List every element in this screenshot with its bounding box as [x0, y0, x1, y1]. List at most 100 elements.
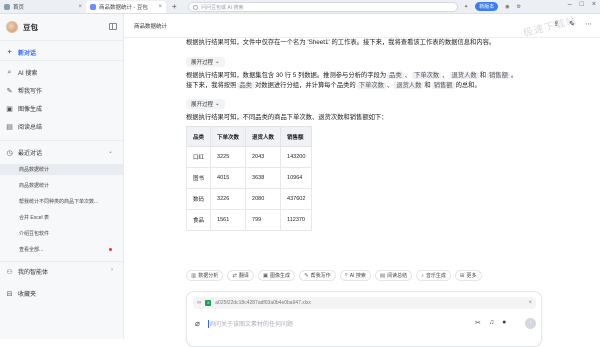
- sidebar-item-reading[interactable]: ▤ 阅读总结: [6, 122, 42, 132]
- field-tag: 销售额: [486, 72, 510, 79]
- field-tag: 下单次数: [356, 82, 386, 89]
- headphones-icon[interactable]: ♫: [489, 319, 494, 327]
- view-all-link[interactable]: 查看全部...: [0, 244, 124, 255]
- scissors-icon[interactable]: ✂: [475, 319, 481, 327]
- recent-item[interactable]: 合并 Excel 表: [0, 212, 124, 223]
- close-icon[interactable]: ×: [158, 4, 162, 10]
- grid-icon: ⊞: [459, 272, 465, 279]
- attached-file[interactable]: ∞ X a025f22dc18c4287adf03a0b4e0ba947.xls…: [193, 297, 536, 309]
- recent-item-label: 商品数据统计: [19, 183, 50, 189]
- search-icon: ⌕: [7, 68, 12, 76]
- divider: [0, 40, 124, 41]
- recent-header-label: 最近对话: [18, 151, 43, 157]
- agent-icon: ⚇: [6, 268, 13, 276]
- table-row: 食品 1561 799 112370: [185, 209, 313, 231]
- tool-data-analysis-button[interactable]: ▥ 数据分析: [186, 270, 224, 281]
- send-button[interactable]: ↑: [525, 318, 536, 329]
- remove-file-icon[interactable]: ×: [528, 300, 532, 306]
- attach-icon[interactable]: ⌀: [195, 319, 200, 328]
- expand-process-button[interactable]: 展开过程 ⌄: [186, 99, 225, 109]
- sidebar-item-agents[interactable]: ⚇ 我的智能体: [6, 267, 48, 277]
- field-tag: 退货人数: [449, 72, 479, 79]
- tab-active[interactable]: 商品数据统计 - 豆包 ×: [86, 1, 166, 13]
- sidebar-item-image-gen[interactable]: ▣ 图像生成: [6, 104, 42, 114]
- book-icon: ▤: [6, 123, 13, 131]
- message-input[interactable]: [209, 319, 469, 330]
- field-tag: 品类: [237, 82, 254, 89]
- recent-item[interactable]: 帮我统计不同种类的商品下单次数...: [0, 196, 124, 207]
- composer-actions: ✂ ♫ ●: [475, 319, 506, 327]
- tool-writing-button[interactable]: ✎ 帮我写作: [299, 270, 336, 281]
- user-icon[interactable]: ◉: [505, 4, 509, 10]
- address-placeholder: 问问豆包或 AI 搜索: [201, 4, 244, 11]
- sidebar-toggle-icon[interactable]: [109, 23, 117, 30]
- tool-label: 图像生成: [270, 273, 291, 279]
- avatar: [6, 21, 18, 33]
- new-version-badge[interactable]: 新版本: [475, 2, 499, 11]
- doubao-icon: [90, 4, 96, 10]
- sidebar-item-writing[interactable]: ✎ 帮我写作: [6, 86, 43, 96]
- paragraph: 接下来，我将按照 品类 对数据进行分组，并计算每个品类的 下单次数、退货人数和销售额的…: [186, 82, 481, 89]
- maximize-icon[interactable]: □: [580, 1, 584, 8]
- ai-icon[interactable]: ✦: [464, 4, 468, 10]
- text-span: 接下来，我将按照: [186, 82, 237, 89]
- expand-process-button[interactable]: 展开过程 ⌄: [186, 57, 225, 67]
- field-tag: 品类: [387, 72, 404, 79]
- close-window-icon[interactable]: ×: [592, 1, 596, 8]
- sidebar-item-ai-search[interactable]: ⌕ AI 搜索: [6, 68, 38, 78]
- microphone-icon[interactable]: ●: [502, 319, 506, 327]
- paragraph: 根据执行结果可知，不同品类的商品下单次数、退货次数和销售额如下：: [186, 114, 388, 121]
- close-icon[interactable]: ×: [78, 4, 82, 10]
- table-cell: 1561: [210, 209, 247, 231]
- tool-translate-button[interactable]: ⇄ 翻译: [227, 270, 254, 281]
- share-icon[interactable]: ⇪: [553, 20, 559, 28]
- table-cell: 2043: [245, 146, 282, 168]
- header-actions: ⇪ ✎ ⋯: [553, 20, 592, 28]
- table-cell: 3225: [210, 146, 247, 168]
- recent-item[interactable]: 商品数据统计: [0, 180, 124, 191]
- field-tag: 退货人数: [394, 82, 424, 89]
- sidebar-item-label: 收藏夹: [18, 292, 37, 298]
- tool-label: AI 搜索: [349, 273, 366, 279]
- edit-icon[interactable]: ✎: [569, 20, 575, 28]
- table-cell: 10964: [280, 167, 313, 189]
- paragraph: 根据执行结果可知，数据集包含 30 行 5 列数据。推测参与分析的字段为 品类、下…: [186, 72, 518, 79]
- chevron-down-icon: ⌄: [215, 59, 220, 65]
- recent-item[interactable]: 介绍豆包软件: [0, 228, 124, 239]
- address-bar[interactable]: 问问豆包或 AI 搜索: [188, 2, 458, 12]
- search-icon: [193, 4, 198, 10]
- main-header: 商品数据统计 极速下载站 ⇪ ✎ ⋯: [124, 14, 600, 39]
- sidebar-item-favorites[interactable]: ⊟ 收藏夹: [6, 289, 37, 299]
- tool-music-button[interactable]: ♪ 音乐生成: [416, 270, 451, 281]
- translate-icon: ⇄: [232, 272, 237, 279]
- chevron-down-icon[interactable]: ⌄: [108, 148, 113, 155]
- brand[interactable]: 豆包: [6, 21, 38, 33]
- divider: [0, 261, 124, 262]
- tool-reading-button[interactable]: ▤ 阅读总结: [374, 270, 413, 281]
- table-cell: 食品: [185, 209, 212, 231]
- table-cell: 口红: [185, 146, 212, 168]
- divider: [0, 60, 124, 61]
- tool-more-button[interactable]: ⊞ 更多: [454, 270, 482, 281]
- tool-label: 音乐生成: [425, 273, 446, 279]
- tool-image-gen-button[interactable]: ▣ 图像生成: [257, 270, 296, 281]
- settings-icon[interactable]: ⚙: [517, 4, 521, 10]
- recent-header[interactable]: ◷ 最近对话: [6, 148, 43, 158]
- sidebar-item-label: 帮我写作: [18, 89, 43, 95]
- pen-icon: ✎: [304, 272, 309, 279]
- more-icon[interactable]: ⋯: [585, 20, 592, 28]
- tool-label: 阅读总结: [387, 273, 408, 279]
- tool-ai-search-button[interactable]: ⌕ AI 搜索: [339, 270, 371, 281]
- table-row: 数码 3226 2080 437602: [185, 188, 313, 210]
- recent-item[interactable]: 商品数据统计: [0, 164, 124, 175]
- unread-dot: [109, 248, 112, 251]
- field-tag: 销售额: [431, 82, 455, 89]
- minimize-icon[interactable]: –: [568, 1, 572, 8]
- chevron-right-icon[interactable]: ›: [111, 267, 113, 273]
- sidebar-item-label: 新对话: [18, 51, 37, 57]
- page-title: 商品数据统计: [134, 24, 168, 30]
- column-header: 销售额: [280, 126, 313, 147]
- tab-home[interactable]: 首页 ×: [0, 1, 86, 13]
- new-tab-icon[interactable]: +: [172, 2, 177, 11]
- sidebar-item-new-chat[interactable]: + 新对话: [6, 48, 36, 57]
